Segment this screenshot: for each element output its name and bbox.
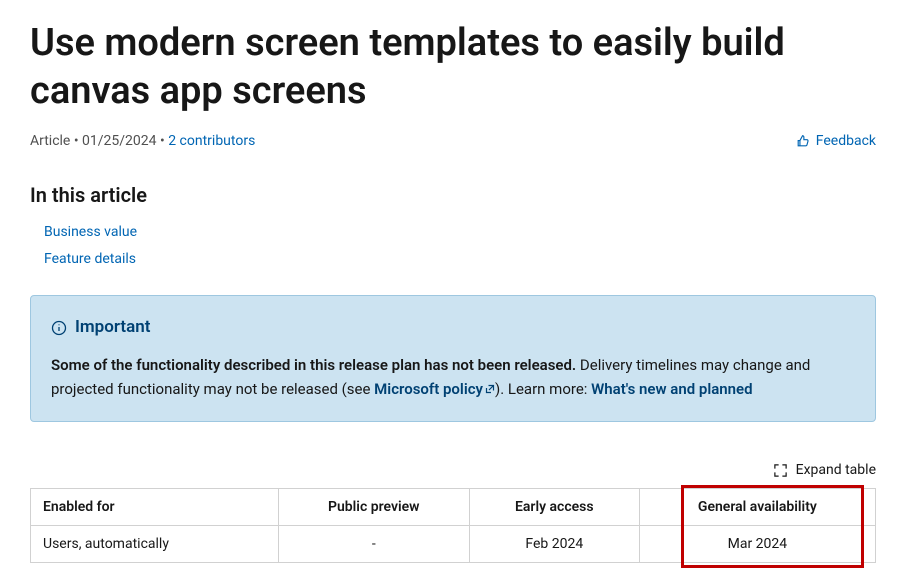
expand-icon (773, 463, 788, 478)
table-header-row: Enabled for Public preview Early access … (31, 489, 876, 526)
expand-table-button[interactable]: Expand table (773, 462, 876, 478)
toc-heading: In this article (30, 183, 876, 207)
external-link-icon (485, 384, 495, 394)
article-date: 01/25/2024 (82, 133, 157, 149)
meta-left: Article 01/25/2024 2 contributors (30, 133, 255, 149)
availability-table: Enabled for Public preview Early access … (30, 488, 876, 563)
thumbs-up-icon (796, 134, 810, 148)
whats-new-link[interactable]: What's new and planned (591, 380, 752, 398)
table-wrapper: Enabled for Public preview Early access … (30, 488, 876, 563)
page-title: Use modern screen templates to easily bu… (30, 20, 876, 115)
alert-header: Important (51, 314, 855, 341)
meta-row: Article 01/25/2024 2 contributors Feedback (30, 133, 876, 149)
th-early-access: Early access (469, 489, 639, 526)
alert-title: Important (75, 314, 150, 341)
in-this-article: In this article Business value Feature d… (30, 183, 876, 267)
expand-table-label: Expand table (796, 462, 876, 478)
feedback-label: Feedback (816, 133, 876, 149)
feedback-button[interactable]: Feedback (796, 133, 876, 149)
alert-text-2: ). Learn more: (495, 380, 591, 398)
article-type: Article (30, 133, 70, 149)
toc-link-feature-details[interactable]: Feature details (44, 251, 136, 267)
important-alert: Important Some of the functionality desc… (30, 295, 876, 422)
td-public-preview: - (278, 526, 469, 563)
td-early-access: Feb 2024 (469, 526, 639, 563)
table-row: Users, automatically - Feb 2024 Mar 2024 (31, 526, 876, 563)
td-enabled-for: Users, automatically (31, 526, 279, 563)
expand-row: Expand table (30, 462, 876, 478)
microsoft-policy-link[interactable]: Microsoft policy (374, 380, 495, 398)
th-general-availability: General availability (639, 489, 875, 526)
contributors-link[interactable]: 2 contributors (168, 133, 255, 149)
toc-list: Business value Feature details (30, 221, 876, 267)
td-general-availability: Mar 2024 (639, 526, 875, 563)
th-enabled-for: Enabled for (31, 489, 279, 526)
alert-bold-text: Some of the functionality described in t… (51, 356, 576, 374)
toc-link-business-value[interactable]: Business value (44, 224, 137, 240)
th-public-preview: Public preview (278, 489, 469, 526)
alert-body: Some of the functionality described in t… (51, 353, 855, 401)
info-icon (51, 320, 67, 336)
